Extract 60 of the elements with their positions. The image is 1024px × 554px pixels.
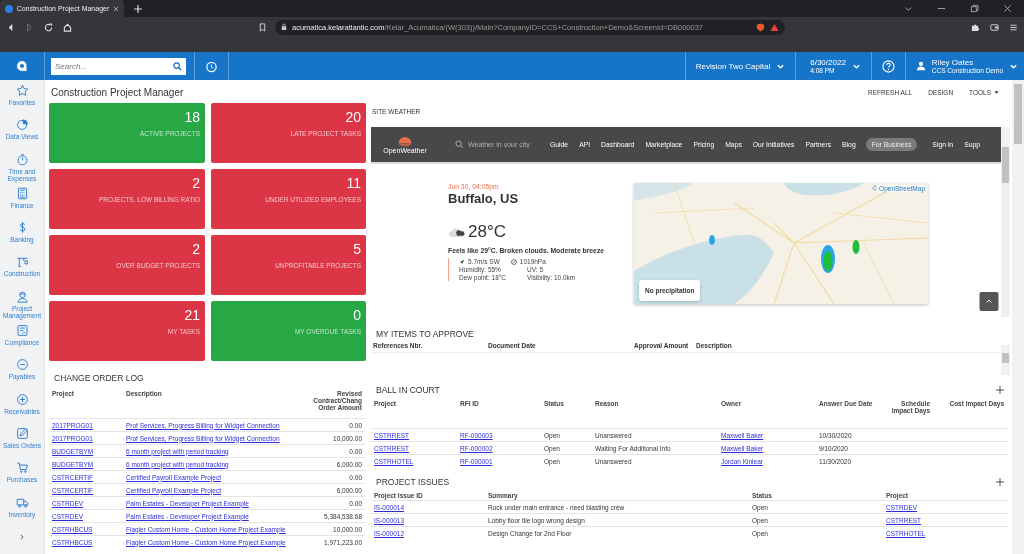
kpi-value: 5 <box>353 241 361 257</box>
logo-icon <box>16 60 28 72</box>
cart-icon <box>15 461 29 475</box>
star-icon <box>15 84 29 97</box>
triangle-icon[interactable] <box>770 22 779 32</box>
close-icon[interactable] <box>1003 4 1012 13</box>
search-icon <box>455 140 464 149</box>
crane-icon <box>15 255 29 269</box>
new-tab-icon[interactable] <box>134 4 142 13</box>
section-title: CHANGE ORDER LOG <box>53 372 145 385</box>
app-logo-icon <box>5 4 13 13</box>
puzzle-icon[interactable] <box>971 22 980 32</box>
city-name: Buffalo, US <box>448 191 520 206</box>
restore-icon[interactable] <box>970 4 979 13</box>
wind-arrow-icon <box>459 258 465 265</box>
search-field[interactable]: Search... <box>51 57 186 75</box>
reload-icon[interactable] <box>44 22 53 32</box>
kpi-value: 0 <box>353 307 361 323</box>
lock-icon <box>281 23 287 31</box>
stopwatch-icon <box>15 152 29 166</box>
scrollbar[interactable] <box>1012 80 1024 554</box>
back-icon[interactable] <box>6 22 15 32</box>
pencil-icon <box>15 426 29 440</box>
home-icon[interactable] <box>63 22 72 32</box>
chevron-down-icon[interactable] <box>904 4 913 13</box>
pie-chart-icon <box>15 118 29 132</box>
add-icon[interactable] <box>996 478 1004 486</box>
kpi-value: 18 <box>184 109 200 125</box>
scrollbar[interactable] <box>1001 345 1010 375</box>
help-icon[interactable] <box>881 59 895 73</box>
section-title: BALL IN COURT <box>376 385 440 395</box>
kpi-value: 20 <box>345 109 361 125</box>
search-icon[interactable] <box>173 61 182 71</box>
person-icon <box>915 61 926 71</box>
calculator-icon <box>15 186 29 200</box>
section-title: MY ITEMS TO APPROVE <box>375 328 475 341</box>
kpi-value: 2 <box>192 175 200 191</box>
checklist-icon <box>15 324 29 338</box>
add-icon[interactable] <box>996 386 1004 394</box>
worker-icon <box>15 289 29 303</box>
scroll-to-top-button[interactable] <box>979 292 999 311</box>
plus-circle-icon <box>15 392 29 406</box>
caret-icon <box>994 89 999 95</box>
kpi-value: 21 <box>184 307 200 323</box>
temperature: 28°C <box>468 222 506 242</box>
cloud-icon <box>448 226 466 238</box>
company-selector[interactable]: Revision Two Capital <box>684 52 796 80</box>
sun-logo-icon <box>397 135 413 147</box>
minus-circle-icon <box>15 358 29 372</box>
kpi-value: 11 <box>346 175 361 191</box>
kpi-value: 2 <box>192 241 200 257</box>
menu-icon[interactable] <box>1009 22 1018 32</box>
wallet-icon[interactable] <box>990 22 999 32</box>
chevron-right-icon[interactable] <box>19 533 25 540</box>
section-title: PROJECT ISSUES <box>376 477 450 487</box>
history-icon[interactable] <box>205 59 218 73</box>
close-icon[interactable] <box>113 5 119 12</box>
page-title: Construction Project Manager <box>50 86 185 100</box>
bookmark-icon[interactable] <box>258 22 267 32</box>
scrollbar[interactable] <box>1001 127 1010 317</box>
